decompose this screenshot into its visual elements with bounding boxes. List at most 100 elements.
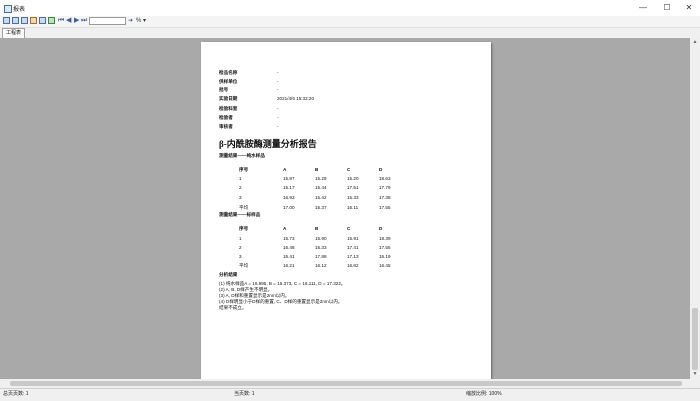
meta-value: 2021/4/6 15:32:20: [277, 96, 315, 101]
toolbar: ⏮ ◀ ▶ ⏭ ➜ % ▾: [0, 16, 700, 28]
table1-cell: 15.33: [347, 195, 359, 200]
table1-cell: 16.93: [283, 195, 295, 200]
table2-header-cell: 序号: [239, 226, 249, 231]
table2-cell: 18.39: [379, 236, 391, 241]
table2-cell: 平均: [239, 263, 249, 268]
save-icon[interactable]: [21, 17, 28, 24]
table1-cell: 18.63: [379, 176, 391, 181]
meta-label: 检验者: [219, 115, 233, 120]
tab-row: 工程表: [0, 28, 700, 39]
table1-cell: 15.37: [315, 205, 327, 210]
table2-cell: 16.45: [379, 263, 391, 268]
table1-cell: 15.29: [315, 176, 327, 181]
table2-cell: 16.48: [283, 245, 295, 250]
page-number-input[interactable]: [89, 17, 126, 25]
table1-cell: 17.51: [347, 185, 359, 190]
last-page-arrow-icon[interactable]: ⏭: [81, 16, 87, 26]
status-bar: 总页页数: 1 当页数: 1 缩放比例: 100%: [0, 388, 700, 401]
window-title: 报表: [13, 7, 26, 13]
table1-cell: 3: [239, 195, 242, 200]
meta-value: -: [277, 106, 279, 111]
table1-cell: 2: [239, 185, 242, 190]
analysis-line: 结果不成立。: [219, 305, 247, 310]
table2-header-cell: A: [283, 226, 287, 231]
table2-cell: 17.41: [347, 245, 359, 250]
go-arrow-icon[interactable]: ➜: [128, 16, 133, 26]
table1-cell: 15.17: [283, 185, 295, 190]
open-icon[interactable]: [12, 17, 19, 24]
meta-label: 批号: [219, 87, 229, 92]
table1-header-cell: B: [315, 167, 319, 172]
first-page-icon[interactable]: [3, 17, 10, 24]
table1-cell: 16.11: [347, 205, 359, 210]
table2-cell: 16.82: [347, 263, 359, 268]
close-button[interactable]: ✕: [678, 2, 700, 14]
table1-cell: 17.00: [283, 205, 295, 210]
table1-cell: 平均: [239, 205, 249, 210]
table2-title: 测量结果——标样品: [219, 212, 261, 217]
table1-cell: 17.55: [379, 205, 391, 210]
app-icon: [4, 5, 12, 13]
table2-cell: 15.19: [379, 254, 391, 259]
title-bar: 报表 — ☐ ✕: [0, 0, 700, 16]
first-page-arrow-icon[interactable]: ⏮: [58, 16, 64, 26]
status-current-page: 当页数: 1: [234, 391, 255, 397]
zoom-dropdown-icon[interactable]: ▾: [143, 16, 146, 26]
status-total-pages: 总页页数: 1: [3, 391, 29, 397]
prev-page-arrow-icon[interactable]: ◀: [66, 16, 71, 26]
table1-header-cell: A: [283, 167, 287, 172]
table2-header-cell: B: [315, 226, 319, 231]
table2-cell: 16.21: [283, 263, 295, 268]
minimize-button[interactable]: —: [632, 2, 654, 14]
scroll-down-icon[interactable]: ▼: [690, 370, 700, 379]
table1-header-cell: D: [379, 167, 383, 172]
table2-cell: 1: [239, 236, 242, 241]
table1-cell: 17.79: [379, 185, 391, 190]
table2-cell: 15.41: [283, 254, 295, 259]
report-page: 检品名称 - 供样单位 - 批号 - 实验日期 2021/4/6 15:32:2…: [201, 42, 491, 379]
horizontal-scrollbar[interactable]: [0, 379, 700, 388]
meta-label: 审核者: [219, 124, 233, 129]
table2-cell: 15.33: [315, 245, 327, 250]
table1-cell: 15.97: [283, 176, 295, 181]
export-icon[interactable]: [48, 17, 55, 24]
table2-cell: 15.91: [347, 236, 359, 241]
table2-cell: 15.90: [315, 236, 327, 241]
table2-header-cell: D: [379, 226, 383, 231]
table1-cell: 17.38: [379, 195, 391, 200]
maximize-button[interactable]: ☐: [656, 2, 678, 14]
status-zoom: 缩放比例: 100%: [466, 391, 502, 397]
table1-cell: 15.42: [315, 195, 327, 200]
table2-cell: 3: [239, 254, 242, 259]
scroll-up-icon[interactable]: ▲: [690, 38, 700, 47]
table2-cell: 17.13: [347, 254, 359, 259]
meta-label: 供样单位: [219, 79, 238, 84]
table1-header-cell: C: [347, 167, 351, 172]
analysis-title: 分析结果: [219, 272, 238, 277]
table2-cell: 16.12: [315, 263, 327, 268]
meta-value: -: [277, 87, 279, 92]
horizontal-scroll-thumb[interactable]: [10, 381, 682, 386]
page-setup-icon[interactable]: [39, 17, 46, 24]
table2-cell: 2: [239, 245, 242, 250]
report-title: β-内酰胺酶测量分析报告: [219, 139, 317, 149]
print-icon[interactable]: [30, 17, 37, 24]
meta-value: -: [277, 115, 279, 120]
meta-value: -: [277, 70, 279, 75]
meta-label: 检品名称: [219, 70, 238, 75]
meta-label: 检验科室: [219, 106, 238, 111]
next-page-arrow-icon[interactable]: ▶: [74, 16, 79, 26]
zoom-select[interactable]: %: [136, 16, 141, 26]
table1-cell: 1: [239, 176, 242, 181]
table2-cell: 17.55: [379, 245, 391, 250]
table2-cell: 15.73: [283, 236, 295, 241]
table2-cell: 17.88: [315, 254, 327, 259]
meta-value: -: [277, 124, 279, 129]
vertical-scrollbar[interactable]: ▲ ▼: [690, 38, 700, 379]
table1-cell: 15.44: [315, 185, 327, 190]
vertical-scroll-thumb[interactable]: [692, 308, 698, 370]
meta-value: -: [277, 79, 279, 84]
table1-header-cell: 序号: [239, 167, 249, 172]
table1-title: 测量结果——纯水样品: [219, 153, 265, 158]
meta-label: 实验日期: [219, 96, 238, 101]
